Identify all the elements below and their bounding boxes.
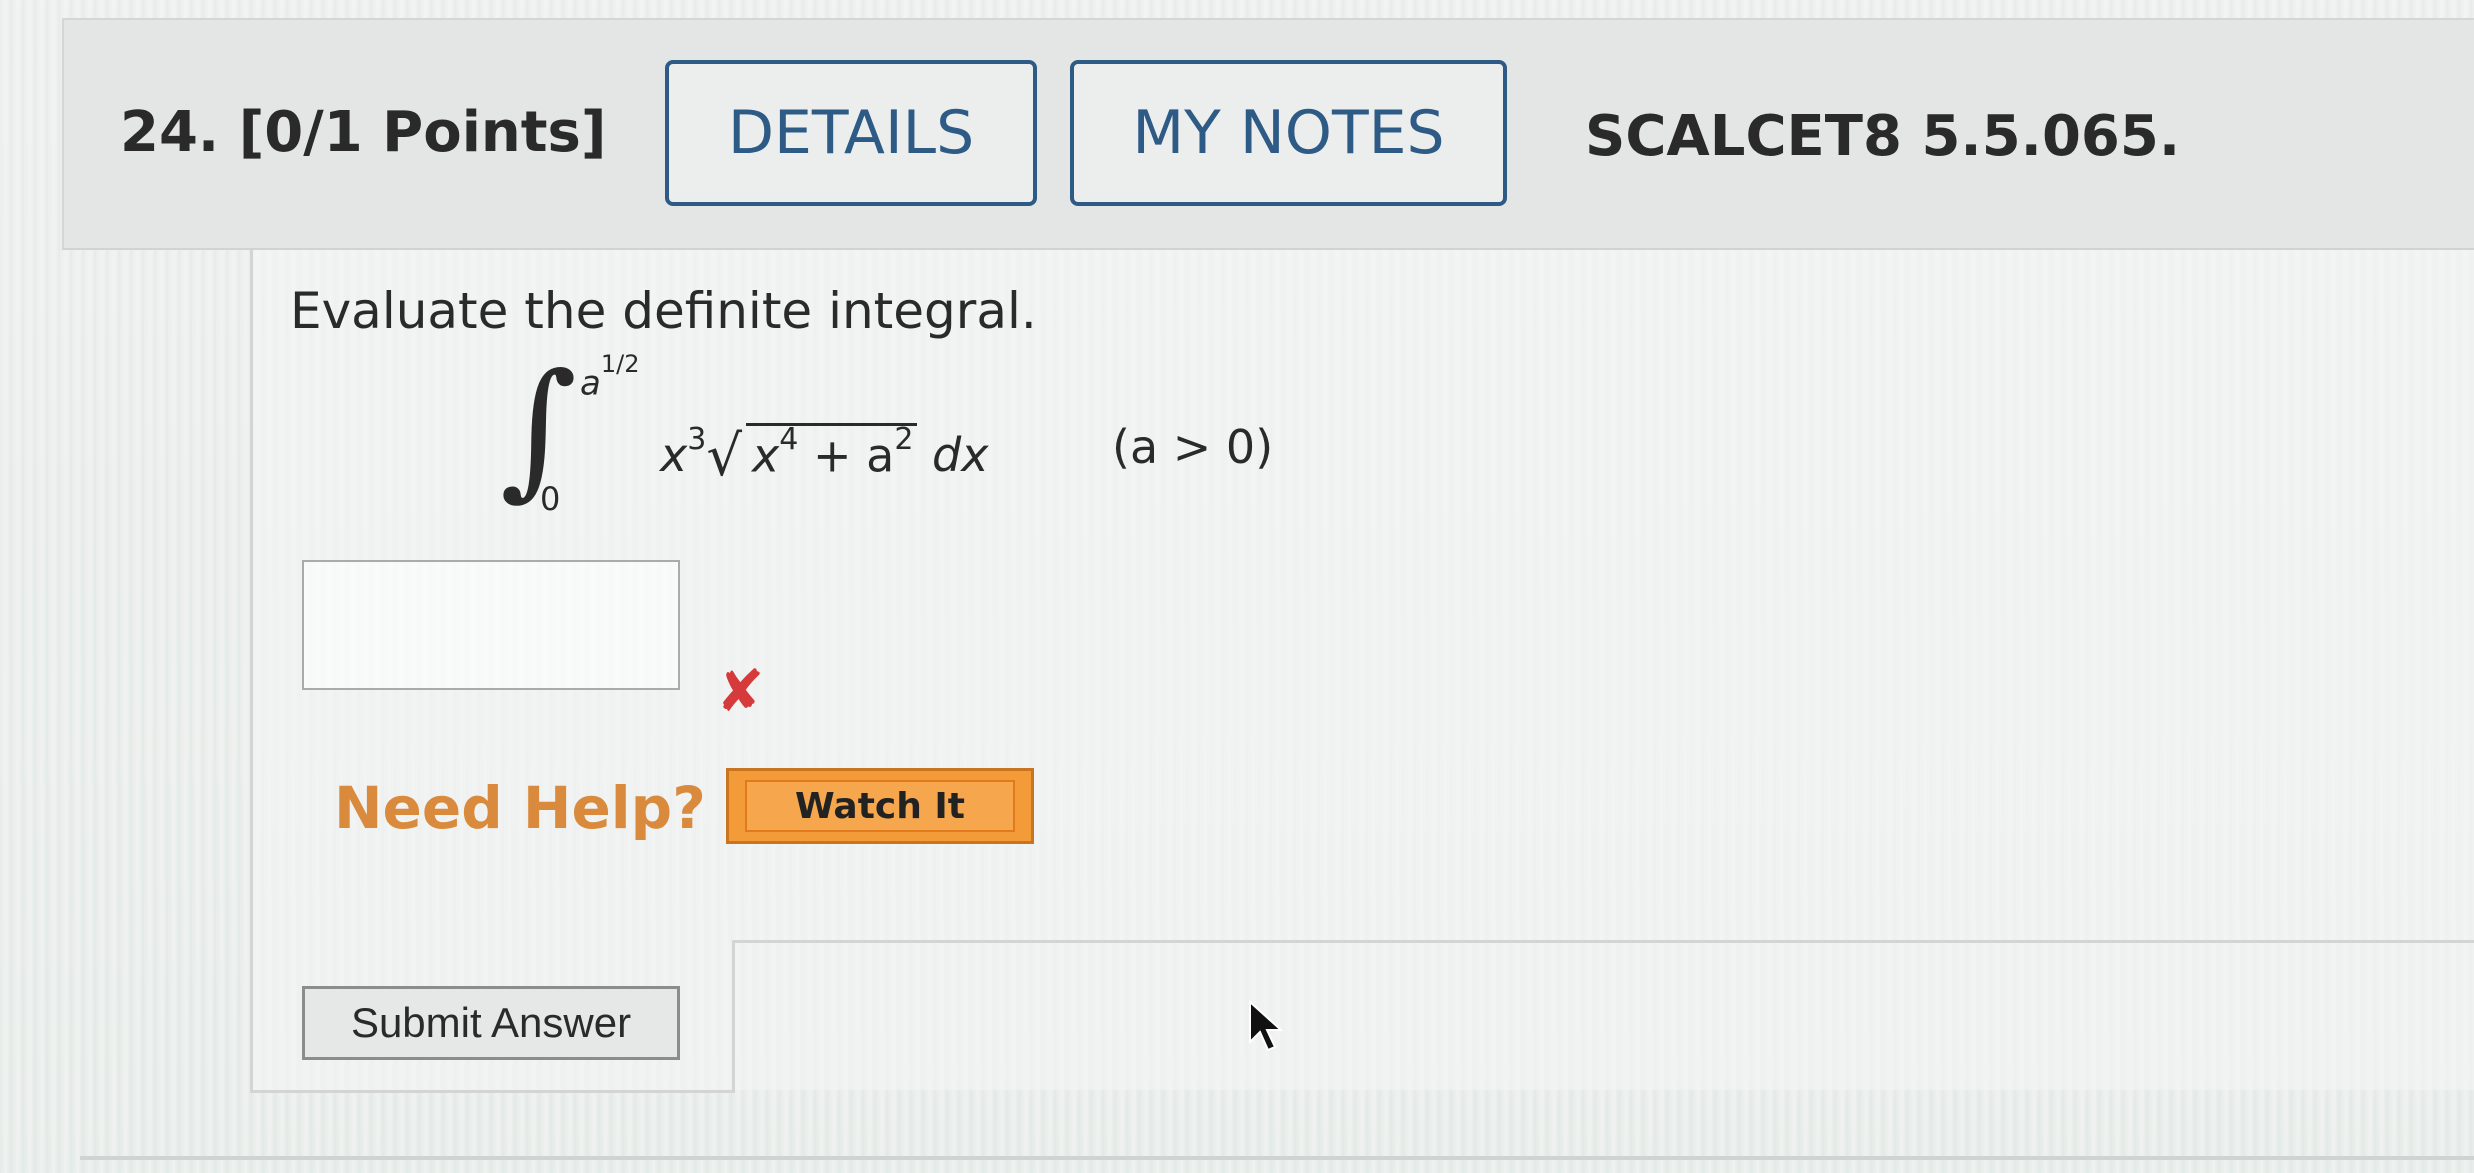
x-mark-icon: ✘ — [716, 657, 765, 725]
integral-sign: ∫ — [500, 342, 578, 514]
answer-input[interactable] — [302, 560, 680, 690]
need-help-label: Need Help? — [334, 774, 706, 842]
mouse-pointer-icon — [1248, 999, 1284, 1060]
integral-expression: ∫ a1/2 0 x3√ x4 + a2 dx (a > 0) — [500, 350, 1340, 530]
panel-border-step-top — [732, 940, 2474, 943]
integrand: x3√ x4 + a2 dx — [660, 421, 989, 489]
panel-border-step — [732, 940, 735, 1092]
radical-icon: √ — [706, 424, 743, 489]
panel-border-left — [250, 250, 253, 1090]
problem-reference: SCALCET8 5.5.065. — [1585, 104, 2181, 169]
question-number: 24. — [120, 100, 220, 165]
watch-it-label: Watch It — [745, 780, 1015, 832]
next-question-border — [80, 1156, 2474, 1160]
watch-it-button[interactable]: Watch It — [726, 768, 1034, 844]
integral-lower-limit: 0 — [540, 480, 561, 518]
question-points: [0/1 Points] — [238, 100, 607, 165]
radicand: x4 + a2 — [746, 422, 918, 482]
panel-border-bottom — [250, 1090, 735, 1093]
integral-condition: (a > 0) — [1112, 420, 1274, 474]
submit-answer-button[interactable]: Submit Answer — [302, 986, 680, 1060]
details-button[interactable]: DETAILS — [665, 60, 1037, 206]
question-title: 24. [0/1 Points] — [120, 100, 606, 165]
my-notes-button[interactable]: MY NOTES — [1070, 60, 1507, 206]
integral-upper-limit: a1/2 — [580, 350, 640, 404]
problem-prompt: Evaluate the definite integral. — [290, 282, 1037, 340]
